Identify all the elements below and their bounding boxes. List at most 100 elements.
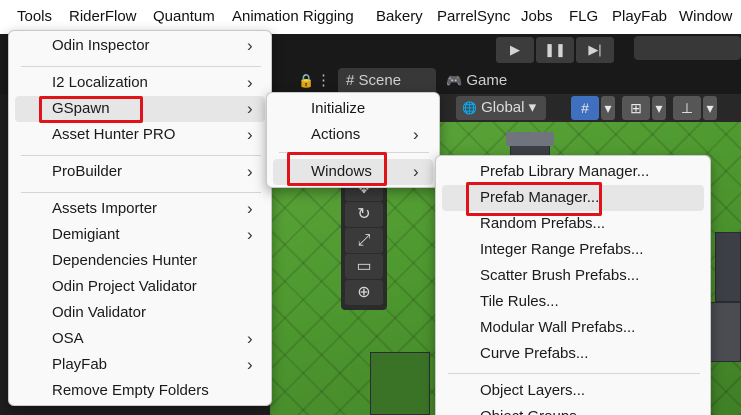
chevron-right-icon: ›: [247, 162, 253, 181]
menu-window[interactable]: Window: [679, 0, 732, 34]
rect-tool-icon[interactable]: ▭: [345, 254, 383, 279]
menu-item-osa[interactable]: OSA ›: [15, 326, 265, 352]
menu-bakery[interactable]: Bakery: [376, 0, 423, 34]
menu-item-label: Assets Importer: [52, 200, 158, 217]
toolbar-search-box[interactable]: [634, 36, 741, 60]
menu-item-prefab-library-manager[interactable]: Prefab Library Manager...: [442, 159, 704, 185]
menu-divider: [279, 152, 429, 153]
game-tab-label: Game: [466, 72, 508, 89]
chevron-down-icon: ▾: [528, 99, 537, 116]
menu-item-demigiant[interactable]: Demigiant ›: [15, 222, 265, 248]
menu-item-actions[interactable]: Actions ›: [273, 122, 433, 148]
menu-item-label: Modular Wall Prefabs...: [480, 319, 636, 336]
more-options-icon[interactable]: ⋮: [308, 68, 339, 94]
menu-item-label: Asset Hunter PRO: [52, 126, 176, 143]
menu-item-asset-hunter-pro[interactable]: Asset Hunter PRO ›: [15, 122, 265, 148]
menu-item-remove-empty-folders[interactable]: Remove Empty Folders: [15, 378, 265, 404]
chevron-right-icon: ›: [247, 199, 253, 218]
globe-icon: 🌐: [462, 101, 477, 115]
scene-tab-label: Scene: [358, 72, 402, 89]
chevron-right-icon: ›: [247, 99, 253, 118]
menu-item-label: Curve Prefabs...: [480, 345, 589, 362]
scene-building: [715, 232, 741, 302]
menu-item-label: Demigiant: [52, 226, 120, 243]
scale-tool-icon[interactable]: ⤢: [345, 228, 383, 253]
transform-tool-icon[interactable]: ⊕: [345, 280, 383, 305]
global-dropdown-label: Global: [481, 99, 525, 116]
menu-item-odin-validator[interactable]: Odin Validator: [15, 300, 265, 326]
menu-item-scatter-brush-prefabs[interactable]: Scatter Brush Prefabs...: [442, 263, 704, 289]
menu-playfab[interactable]: PlayFab: [612, 0, 667, 34]
menu-item-odin-inspector[interactable]: Odin Inspector ›: [15, 33, 265, 59]
menu-bar: Tools RiderFlow Quantum Animation Riggin…: [0, 0, 741, 34]
tab-scene[interactable]: # Scene: [338, 68, 436, 94]
rotate-tool-icon[interactable]: ↻: [345, 202, 383, 227]
menu-item-dependencies-hunter[interactable]: Dependencies Hunter: [15, 248, 265, 274]
menu-jobs[interactable]: Jobs: [521, 0, 553, 34]
menu-item-label: Object Groups...: [480, 404, 589, 415]
chevron-right-icon: ›: [247, 355, 253, 374]
gspawn-submenu: Initialize Actions › Windows ›: [266, 92, 440, 188]
chevron-right-icon: ›: [247, 36, 253, 55]
increment-snap-dropdown-icon[interactable]: ▾: [652, 96, 666, 120]
chevron-right-icon: ›: [413, 125, 419, 144]
tab-game[interactable]: 🎮 Game: [438, 68, 528, 94]
menu-riderflow[interactable]: RiderFlow: [69, 0, 137, 34]
menu-item-label: GSpawn: [52, 100, 110, 117]
menu-item-playfab[interactable]: PlayFab ›: [15, 352, 265, 378]
chevron-right-icon: ›: [247, 225, 253, 244]
menu-item-probuilder[interactable]: ProBuilder ›: [15, 159, 265, 185]
menu-item-odin-project-validator[interactable]: Odin Project Validator: [15, 274, 265, 300]
menu-item-object-layers[interactable]: Object Layers...: [442, 378, 704, 404]
ruler-dropdown-icon[interactable]: ▾: [703, 96, 717, 120]
windows-submenu: Prefab Library Manager... Prefab Manager…: [435, 155, 711, 415]
menu-item-label: Initialize: [311, 100, 366, 117]
ruler-icon[interactable]: ⊥: [673, 96, 701, 120]
menu-item-label: Odin Inspector: [52, 37, 150, 54]
menu-item-assets-importer[interactable]: Assets Importer ›: [15, 196, 265, 222]
scene-building: [710, 302, 741, 362]
menu-divider: [448, 373, 700, 374]
menu-item-label: OSA: [52, 330, 84, 347]
increment-snap-icon[interactable]: ⊞: [622, 96, 650, 120]
menu-animation-rigging[interactable]: Animation Rigging: [232, 0, 354, 34]
menu-parrelsync[interactable]: ParrelSync: [437, 0, 510, 34]
menu-item-label: Windows: [311, 163, 372, 180]
grid-snap-icon[interactable]: #: [571, 96, 599, 120]
menu-item-label: Prefab Library Manager...: [480, 163, 650, 180]
step-button[interactable]: ▶|: [576, 37, 614, 63]
menu-item-label: Tile Rules...: [480, 293, 559, 310]
menu-item-prefab-manager[interactable]: Prefab Manager...: [442, 185, 704, 211]
menu-item-label: Odin Validator: [52, 304, 146, 321]
scene-building-roof: [506, 132, 554, 146]
menu-quantum[interactable]: Quantum: [153, 0, 215, 34]
scene-grass-block: [370, 352, 430, 415]
menu-item-initialize[interactable]: Initialize: [273, 96, 433, 122]
menu-item-label: Prefab Manager...: [480, 189, 600, 206]
grid-snap-dropdown-icon[interactable]: ▾: [601, 96, 615, 120]
chevron-right-icon: ›: [247, 125, 253, 144]
chevron-right-icon: ›: [413, 162, 419, 181]
menu-item-random-prefabs[interactable]: Random Prefabs...: [442, 211, 704, 237]
menu-item-gspawn[interactable]: GSpawn ›: [15, 96, 265, 122]
play-button[interactable]: ▶: [496, 37, 534, 63]
menu-item-label: I2 Localization: [52, 74, 148, 91]
menu-item-modular-wall-prefabs[interactable]: Modular Wall Prefabs...: [442, 315, 704, 341]
menu-item-label: Remove Empty Folders: [52, 382, 209, 399]
menu-item-object-groups[interactable]: Object Groups...: [442, 404, 704, 415]
menu-tools[interactable]: Tools: [17, 0, 52, 34]
scene-tab-icon: #: [346, 72, 355, 89]
menu-item-label: Integer Range Prefabs...: [480, 241, 644, 258]
menu-item-windows[interactable]: Windows ›: [273, 159, 433, 185]
menu-item-i2-localization[interactable]: I2 Localization ›: [15, 70, 265, 96]
menu-item-integer-range-prefabs[interactable]: Integer Range Prefabs...: [442, 237, 704, 263]
menu-item-curve-prefabs[interactable]: Curve Prefabs...: [442, 341, 704, 367]
menu-divider: [21, 66, 261, 67]
menu-divider: [21, 192, 261, 193]
menu-flg[interactable]: FLG: [569, 0, 598, 34]
menu-item-label: Scatter Brush Prefabs...: [480, 267, 640, 284]
global-dropdown[interactable]: 🌐 Global ▾: [456, 96, 546, 120]
menu-item-tile-rules[interactable]: Tile Rules...: [442, 289, 704, 315]
menu-item-label: ProBuilder: [52, 163, 123, 180]
pause-button[interactable]: ❚❚: [536, 37, 574, 63]
